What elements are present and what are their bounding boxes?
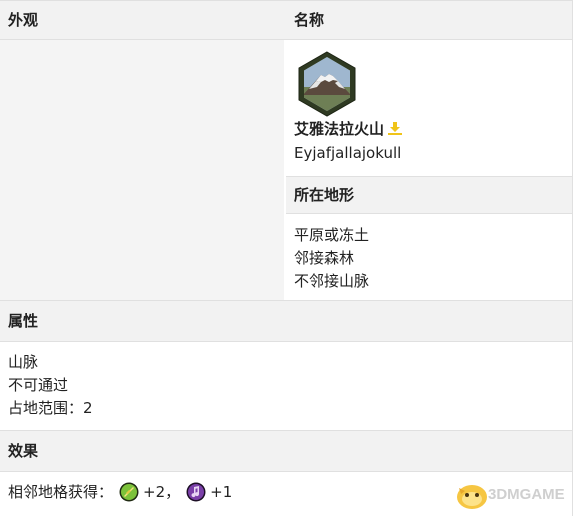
- culture-bonus: +1: [210, 483, 233, 501]
- list-item: 不可通过: [8, 376, 69, 394]
- table-right-border: [572, 0, 573, 516]
- appearance-cell: [0, 40, 284, 300]
- properties-list: 山脉 不可通过 占地范围：2: [0, 342, 572, 430]
- wonder-name-en: Eyjafjallajokull: [294, 144, 402, 162]
- food-bonus: +2: [143, 483, 166, 501]
- volcano-hex-icon: [298, 51, 356, 117]
- effects-header: 效果: [8, 442, 39, 460]
- download-icon[interactable]: [387, 121, 403, 135]
- list-item: 占地范围：2: [8, 399, 93, 417]
- food-yield-icon: [119, 482, 139, 502]
- terrain-header: 所在地形: [294, 186, 355, 204]
- natural-wonder-table: 外观 名称 艾雅法拉火山 Eyjafjallajokull 所在地形 平原或冻土: [0, 0, 580, 516]
- list-item: 不邻接山脉: [294, 272, 370, 290]
- wonder-name-cn-line: 艾雅法拉火山: [294, 118, 403, 141]
- list-item: 邻接森林: [294, 249, 355, 267]
- effects-prefix: 相邻地格获得：: [8, 483, 114, 501]
- effects-separator: ，: [165, 483, 181, 501]
- properties-header: 属性: [8, 312, 39, 330]
- terrain-header-row: 所在地形: [286, 176, 572, 214]
- list-item: 平原或冻土: [294, 226, 370, 244]
- 3dm-mascot-icon: [457, 485, 487, 509]
- wonder-name-cn: 艾雅法拉火山: [294, 120, 385, 138]
- effects-line: 相邻地格获得： +2， +1: [8, 481, 232, 504]
- appearance-header: 外观: [8, 11, 39, 29]
- table-header-row: 外观 名称: [0, 0, 572, 40]
- effects-header-row: 效果: [0, 430, 572, 472]
- name-header: 名称: [294, 11, 325, 29]
- list-item: 山脉: [8, 353, 39, 371]
- properties-header-row: 属性: [0, 300, 572, 342]
- terrain-list: 平原或冻土 邻接森林 不邻接山脉: [286, 214, 572, 300]
- watermark-text: 3DMGAME: [488, 486, 565, 503]
- culture-yield-icon: [186, 482, 206, 502]
